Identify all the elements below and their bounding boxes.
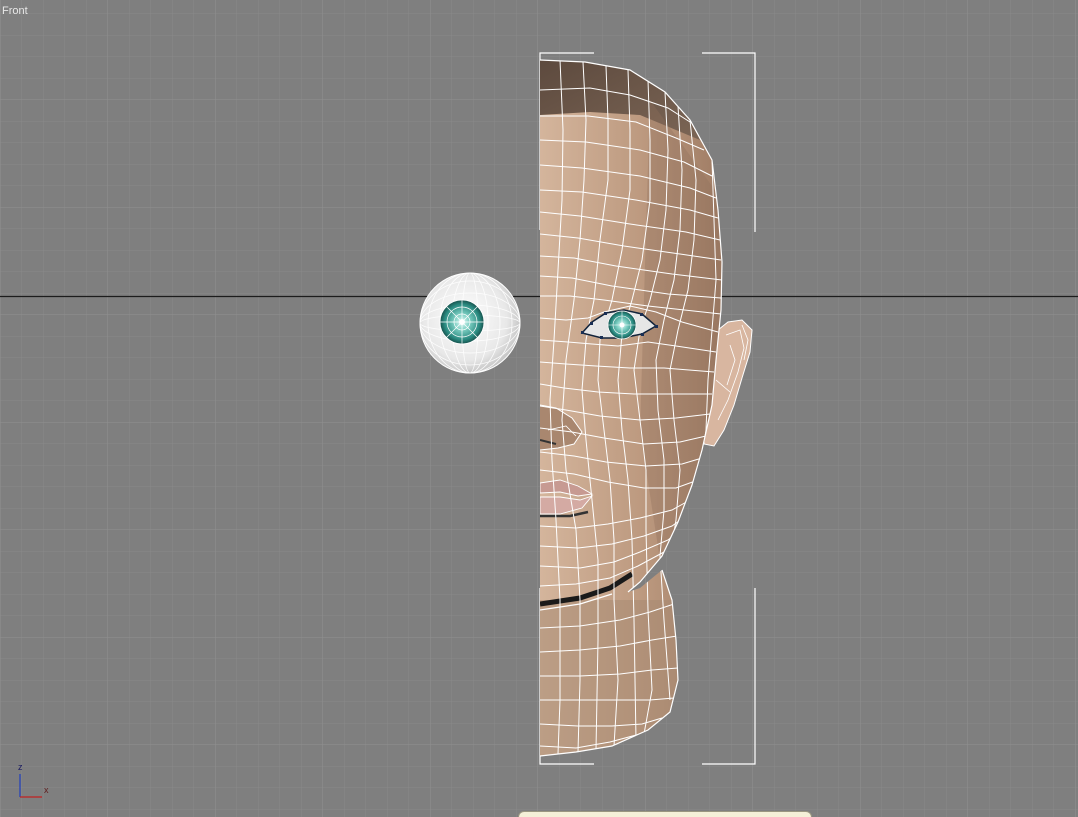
eyeball-sphere[interactable] [419, 272, 521, 374]
viewport-canvas[interactable]: z x [0, 0, 1078, 817]
prompt-bar [518, 811, 812, 817]
z-axis-label: z [18, 762, 23, 772]
viewport-label[interactable]: Front [2, 5, 28, 17]
home-grid-major [0, 0, 1078, 817]
front-viewport[interactable]: z x Front [0, 0, 1078, 817]
x-axis-label: x [44, 785, 49, 795]
